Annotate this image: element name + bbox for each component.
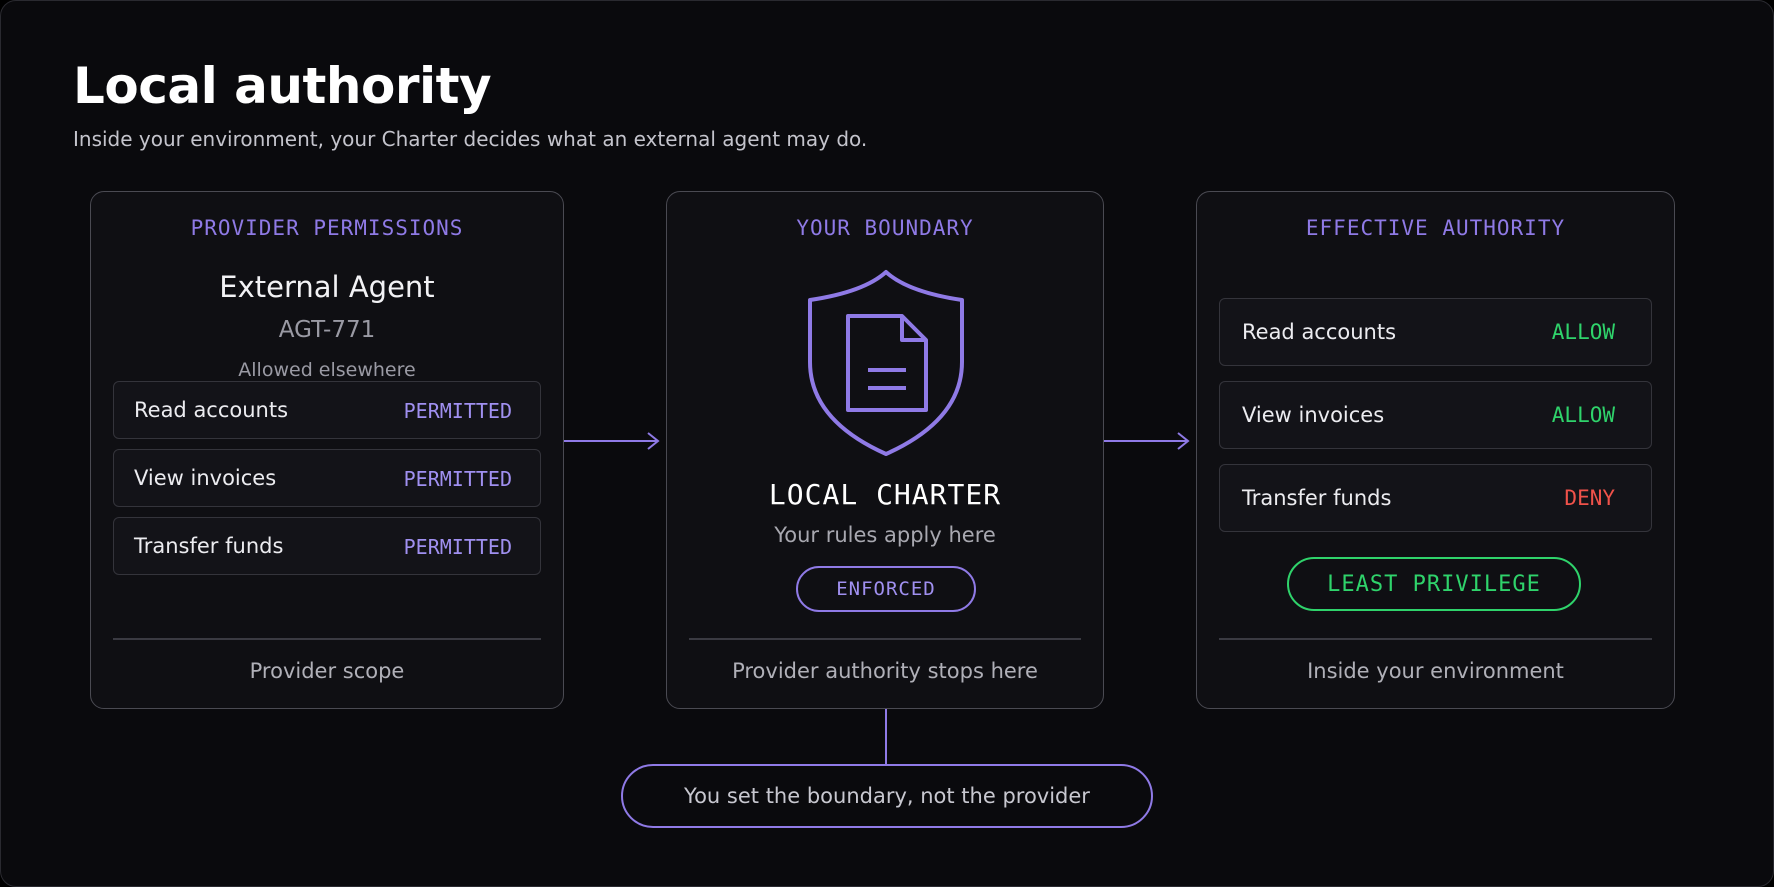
boundary-card-footer: Provider authority stops here — [732, 659, 1038, 683]
authority-label: Read accounts — [1242, 320, 1397, 344]
authority-decision: ALLOW — [1551, 403, 1615, 427]
page-subtitle: Inside your environment, your Charter de… — [73, 127, 868, 151]
permission-label: Transfer funds — [134, 534, 284, 558]
authority-row: View invoices ALLOW — [1219, 381, 1652, 449]
enforced-badge: ENFORCED — [796, 566, 976, 612]
authority-decision: ALLOW — [1551, 320, 1615, 344]
effective-card-footer: Inside your environment — [1307, 659, 1564, 683]
card-divider — [689, 638, 1081, 640]
card-divider — [1219, 638, 1652, 640]
boundary-card-heading: YOUR BOUNDARY — [796, 216, 974, 240]
charter-subtitle: Your rules apply here — [774, 523, 996, 547]
authority-decision: DENY — [1564, 486, 1615, 510]
arrow-right-icon — [1104, 432, 1190, 450]
authority-label: Transfer funds — [1242, 486, 1392, 510]
provider-permissions-card: PROVIDER PERMISSIONS External Agent AGT-… — [90, 191, 564, 709]
effective-authority-card: EFFECTIVE AUTHORITY Read accounts ALLOW … — [1196, 191, 1675, 709]
connector-line — [885, 709, 887, 765]
shield-document-icon — [808, 270, 964, 456]
least-privilege-badge: LEAST PRIVILEGE — [1287, 557, 1581, 611]
permission-status: PERMITTED — [403, 399, 512, 423]
agent-note: Allowed elsewhere — [238, 359, 416, 381]
permission-status: PERMITTED — [403, 467, 512, 491]
permission-label: View invoices — [134, 466, 277, 490]
card-divider — [113, 638, 541, 640]
agent-id: AGT-771 — [278, 317, 376, 343]
provider-card-heading: PROVIDER PERMISSIONS — [190, 216, 464, 240]
permission-label: Read accounts — [134, 398, 289, 422]
permission-row: View invoices PERMITTED — [113, 449, 541, 507]
permission-row: Read accounts PERMITTED — [113, 381, 541, 439]
authority-row: Read accounts ALLOW — [1219, 298, 1652, 366]
permission-status: PERMITTED — [403, 535, 512, 559]
arrow-right-icon — [564, 432, 660, 450]
permission-row: Transfer funds PERMITTED — [113, 517, 541, 575]
bottom-note: You set the boundary, not the provider — [621, 764, 1153, 828]
diagram-frame: Local authority Inside your environment,… — [0, 0, 1774, 887]
effective-card-heading: EFFECTIVE AUTHORITY — [1305, 216, 1566, 240]
charter-title: LOCAL CHARTER — [768, 478, 1002, 511]
agent-name: External Agent — [219, 270, 435, 304]
authority-label: View invoices — [1242, 403, 1385, 427]
provider-card-footer: Provider scope — [249, 659, 405, 683]
your-boundary-card: YOUR BOUNDARY LOCAL CHARTER Your rules a… — [666, 191, 1104, 709]
page-title: Local authority — [73, 57, 492, 115]
authority-row: Transfer funds DENY — [1219, 464, 1652, 532]
